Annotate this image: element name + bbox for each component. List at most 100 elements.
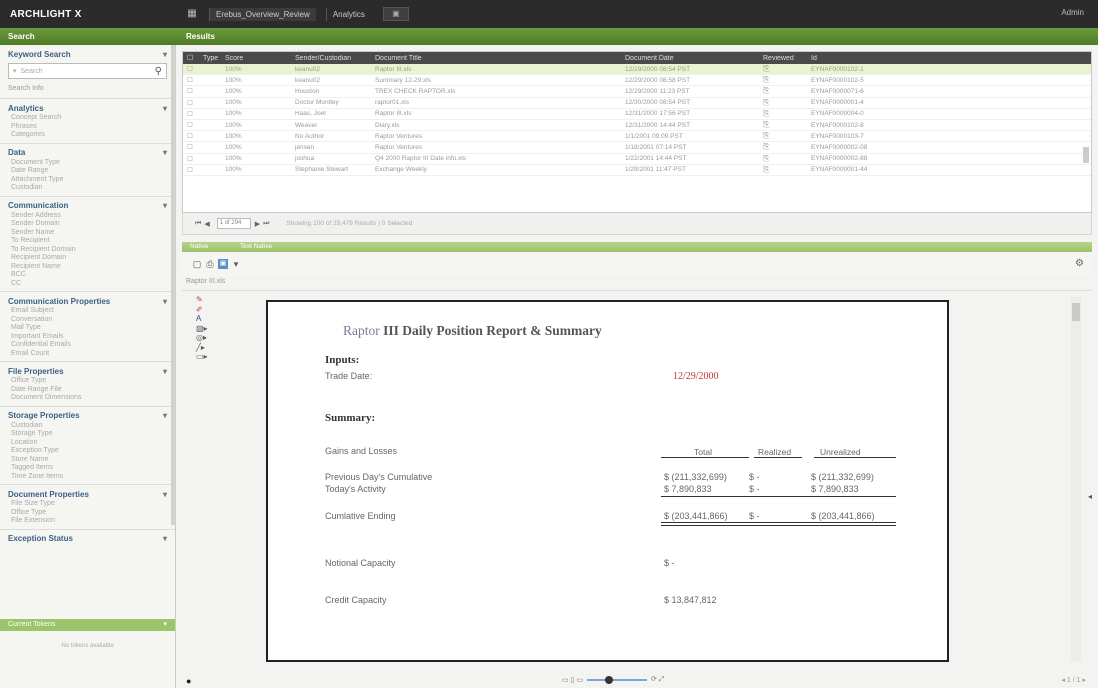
sidebar-item[interactable]: Sender Domain bbox=[0, 220, 175, 229]
sidebar-item[interactable]: CC bbox=[0, 280, 175, 289]
tab-native[interactable]: Native bbox=[190, 243, 208, 250]
sidebar-section-header[interactable]: File Properties ▾ bbox=[0, 365, 175, 377]
view-mode-icon[interactable]: ▣ bbox=[218, 259, 228, 269]
sidebar-item[interactable]: Store Name bbox=[0, 456, 175, 465]
page-number-input[interactable]: 1 of 294 bbox=[216, 218, 251, 229]
chevron-down-icon[interactable]: ▾ bbox=[163, 490, 167, 499]
table-row[interactable]: ☐ 100% Stephanie Stewart Exchange Weekly 1/2… bbox=[183, 165, 1091, 176]
col-header-title[interactable]: Document Title bbox=[371, 55, 621, 62]
row-checkbox[interactable]: ☐ bbox=[183, 76, 199, 84]
sidebar-item[interactable]: Sender Address bbox=[0, 212, 175, 221]
page-icon[interactable]: ▢ bbox=[192, 259, 202, 269]
sidebar-item[interactable]: Location bbox=[0, 439, 175, 448]
chevron-down-icon[interactable]: ▾ bbox=[163, 619, 167, 631]
row-checkbox[interactable]: ☐ bbox=[183, 99, 199, 107]
document-scroll-thumb[interactable] bbox=[1072, 303, 1080, 321]
sidebar-item[interactable]: File Extension bbox=[0, 517, 175, 526]
sidebar-item[interactable]: Date Range File bbox=[0, 386, 175, 395]
sidebar-item[interactable]: Sender Name bbox=[0, 229, 175, 238]
search-info-link[interactable]: Search Info bbox=[0, 85, 175, 92]
print-icon[interactable]: ⎙ bbox=[205, 259, 215, 269]
col-header-id[interactable]: Id bbox=[807, 55, 887, 62]
sidebar-item[interactable]: Phrases bbox=[0, 123, 175, 132]
expand-button[interactable]: ▣ bbox=[382, 7, 409, 21]
text-tool-icon[interactable]: A bbox=[196, 314, 216, 324]
line-tool-icon[interactable]: ╱▸ bbox=[196, 343, 216, 353]
sidebar-item[interactable]: Tagged Items bbox=[0, 464, 175, 473]
sidebar-item[interactable]: Time Zone Items bbox=[0, 473, 175, 482]
sidebar-section-header[interactable]: Document Properties ▾ bbox=[0, 488, 175, 500]
highlighter-icon[interactable]: ✐ bbox=[196, 305, 216, 315]
chevron-down-icon[interactable]: ▾ bbox=[163, 201, 167, 210]
sidebar-item[interactable]: Important Emails bbox=[0, 333, 175, 342]
prev-page-button[interactable]: ◀ bbox=[204, 220, 209, 228]
sidebar-item[interactable]: Recipient Name bbox=[0, 263, 175, 272]
row-checkbox[interactable]: ☐ bbox=[183, 65, 199, 73]
sidebar-item[interactable]: Email Subject bbox=[0, 307, 175, 316]
table-row[interactable]: ☐ 100% No Author Raptor Ventures 1/1/2001 09… bbox=[183, 131, 1091, 143]
col-header-reviewed[interactable]: Reviewed bbox=[759, 55, 807, 62]
first-page-button[interactable]: ⏮ bbox=[195, 220, 201, 228]
chevron-down-icon[interactable]: ▾ bbox=[163, 411, 167, 420]
chevron-down-icon[interactable]: ▾ bbox=[163, 297, 167, 306]
chevron-down-icon[interactable]: ▾ bbox=[163, 104, 167, 113]
chevron-down-icon[interactable]: ▾ bbox=[163, 534, 167, 543]
row-checkbox[interactable]: ☐ bbox=[183, 143, 199, 151]
sidebar-item[interactable]: To Recipient bbox=[0, 237, 175, 246]
row-checkbox[interactable]: ☐ bbox=[183, 121, 199, 129]
col-header-date[interactable]: Document Date bbox=[621, 55, 691, 62]
table-row[interactable]: ☐ 100% Weaver Diary.xls 12/31/2000 14:44 PST… bbox=[183, 120, 1091, 132]
table-row[interactable]: ☐ 100% Haas, Joel Raptor III.xls 12/31/2000 … bbox=[183, 109, 1091, 120]
sidebar-section-header[interactable]: Communication Properties ▾ bbox=[0, 295, 175, 307]
row-checkbox[interactable]: ☐ bbox=[183, 166, 199, 174]
tab-analytics[interactable]: Analytics bbox=[325, 7, 371, 21]
sidebar-item[interactable]: Date Range bbox=[0, 167, 175, 176]
table-row[interactable]: ☐ 100% Doctor Montley raptor01.xls 12/30/200… bbox=[183, 98, 1091, 109]
sidebar-item[interactable]: Document Dimensions bbox=[0, 394, 175, 403]
zoom-slider-knob[interactable] bbox=[604, 675, 613, 684]
row-checkbox[interactable]: ☐ bbox=[183, 110, 199, 118]
keyword-search-header[interactable]: Keyword Search ▾ bbox=[0, 48, 175, 60]
sidebar-item[interactable]: Office Type bbox=[0, 377, 175, 386]
sidebar-item[interactable]: Office Type bbox=[0, 509, 175, 518]
sidebar-section-header[interactable]: Communication ▾ bbox=[0, 200, 175, 212]
sidebar-item[interactable]: To Recipient Domain bbox=[0, 246, 175, 255]
dropdown-icon[interactable]: ▾ bbox=[13, 67, 17, 75]
sidebar-item[interactable]: Email Count bbox=[0, 350, 175, 359]
settings-gear-icon[interactable]: ⚙ bbox=[1075, 258, 1084, 269]
row-checkbox[interactable]: ☐ bbox=[183, 132, 199, 140]
table-row[interactable]: ☐ 100% keanu02 Raptor III.xls 12/29/2000 08:… bbox=[183, 64, 1091, 76]
page-navigation[interactable]: ◂ 1 / 1 ▸ bbox=[1061, 676, 1086, 684]
sidebar-item[interactable]: Concept Search bbox=[0, 114, 175, 123]
pen-red-icon[interactable]: ✎ bbox=[196, 295, 216, 305]
user-menu[interactable]: Admin bbox=[1061, 8, 1084, 17]
sidebar-item[interactable]: Custodian bbox=[0, 422, 175, 431]
table-row[interactable]: ☐ 100% Houston TREX CHECK RAPTOR.xls 12/29/2… bbox=[183, 86, 1091, 98]
keyword-search-input[interactable]: ▾ Search ⚲ bbox=[8, 63, 167, 79]
col-header-sender[interactable]: Sender/Custodian bbox=[291, 55, 371, 62]
sidebar-section-header[interactable]: Exception Status ▾ bbox=[0, 533, 175, 545]
col-header-score[interactable]: Score bbox=[221, 55, 247, 62]
select-all-checkbox[interactable]: ☐ bbox=[183, 54, 199, 62]
sidebar-section-header[interactable]: Storage Properties ▾ bbox=[0, 410, 175, 422]
sidebar-item[interactable]: Categories bbox=[0, 131, 175, 140]
sidebar-item[interactable]: Conversation bbox=[0, 316, 175, 325]
chevron-down-icon[interactable]: ▾ bbox=[163, 367, 167, 376]
grid-menu-icon[interactable]: ▦ bbox=[185, 7, 199, 21]
tab-case[interactable]: Erebus_Overview_Review bbox=[209, 7, 316, 21]
chevron-down-icon[interactable]: ▾ bbox=[163, 50, 167, 59]
sidebar-item[interactable]: Attachment Type bbox=[0, 176, 175, 185]
fit-page-icon[interactable]: ▭ ▯ ▭ bbox=[562, 676, 583, 684]
table-row[interactable]: ☐ 100% keanu02 Summary 12-29.xls 12/29/2000 … bbox=[183, 75, 1091, 87]
sidebar-item[interactable]: Confidential Emails bbox=[0, 341, 175, 350]
sidebar-item[interactable]: Exception Type bbox=[0, 447, 175, 456]
chevron-down-icon[interactable]: ▾ bbox=[163, 148, 167, 157]
sidebar-item[interactable]: File Size Type bbox=[0, 500, 175, 509]
chevron-down-icon[interactable]: ▾ bbox=[231, 259, 241, 269]
sidebar-item[interactable]: Mail Type bbox=[0, 324, 175, 333]
zoom-slider[interactable] bbox=[586, 675, 647, 684]
rectangle-tool-icon[interactable]: ▭▸ bbox=[196, 352, 216, 362]
sidebar-section-header[interactable]: Data ▾ bbox=[0, 147, 175, 159]
row-checkbox[interactable]: ☐ bbox=[183, 155, 199, 163]
sidebar-item[interactable]: Document Type bbox=[0, 159, 175, 168]
